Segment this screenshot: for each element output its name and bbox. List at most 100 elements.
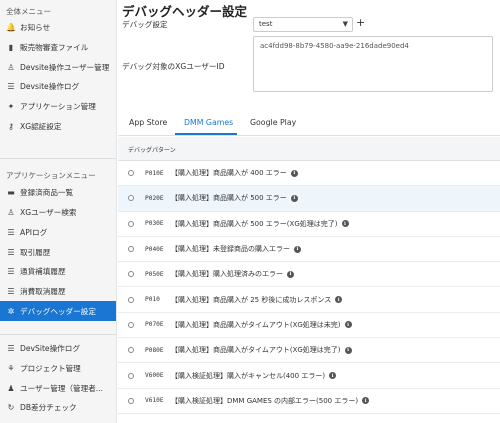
info-icon[interactable]: i <box>344 346 352 354</box>
info-icon[interactable]: i <box>329 372 337 380</box>
pattern-description-wrap: 【購入処理】商品購入がタイムアウト(XG処理は未完) i <box>171 320 352 330</box>
list-icon: ☰ <box>7 247 15 257</box>
pattern-code: P010E <box>145 169 164 177</box>
sidebar-item-global-5[interactable]: ⚷ XG認証設定 <box>0 116 116 136</box>
pattern-code: P080E <box>145 346 164 354</box>
table-row[interactable]: V610E 【購入検証処理】DMM GAMES の内部エラー(500 エラー) i <box>118 389 500 414</box>
sidebar: 全体メニュー 🔔 お知らせ ▮ 販売物審査ファイル ♙ Devsite操作ユーザー管理 ☰ D… <box>0 0 117 423</box>
table-row[interactable]: P070E 【購入処理】商品購入がタイムアウト(XG処理は未完) i <box>118 313 500 339</box>
list-icon: ☰ <box>7 82 15 92</box>
info-icon[interactable]: i <box>341 220 349 228</box>
sidebar-section-title-app: アプリケーションメニュー <box>6 171 96 181</box>
pattern-description-wrap: 【購入処理】購入処理済みのエラー i <box>171 269 294 279</box>
sidebar-item-app-2[interactable]: ☰ APIログ <box>0 223 116 243</box>
tab-app-store[interactable]: App Store <box>129 118 167 127</box>
pattern-radio[interactable] <box>128 321 134 328</box>
add-setting-button[interactable]: + <box>356 16 365 29</box>
list-icon: ☰ <box>7 286 15 296</box>
sidebar-item-label: APIログ <box>20 227 48 237</box>
sidebar-item-app-0[interactable]: ▬ 登録済商品一覧 <box>0 183 116 203</box>
info-icon[interactable]: i <box>344 321 352 329</box>
sidebar-item-label: DB差分チェック <box>20 403 77 413</box>
table-row[interactable]: P010 【購入処理】商品購入が 25 秒後に成功レスポンス i <box>118 287 500 313</box>
sidebar-item-global-4[interactable]: ✦ アプリケーション管理 <box>0 97 116 117</box>
sidebar-section-title-global: 全体メニュー <box>6 7 51 16</box>
pattern-radio[interactable] <box>128 397 134 404</box>
pattern-description: 【購入処理】商品購入が 25 秒後に成功レスポンス <box>171 295 332 304</box>
table-row[interactable]: P030E 【購入処理】商品購入が 500 エラー(XG処理は完了) i <box>118 212 500 237</box>
target-user-id-field[interactable]: ac4fdd98-8b79-4580-aa9e-216dade90ed4 <box>253 36 493 92</box>
sidebar-item-admin-1[interactable]: ⚘ プロジェクト管理 <box>0 359 116 379</box>
tab-google-play[interactable]: Google Play <box>250 118 296 127</box>
info-icon[interactable]: i <box>290 194 298 202</box>
bell-icon: 🔔 <box>6 23 16 33</box>
pattern-code: P030E <box>145 220 164 228</box>
sidebar-item-admin-0[interactable]: ☰ DevSite操作ログ <box>0 339 116 359</box>
table-row[interactable]: V600E 【購入検証処理】購入がキャンセル(400 エラー) i <box>118 363 500 389</box>
sidebar-item-label: 登録済商品一覧 <box>20 188 74 198</box>
table-row[interactable]: P080E 【購入処理】商品購入がタイムアウト(XG処理は完了) i <box>118 338 500 364</box>
table-header: デバッグパターン <box>118 137 500 161</box>
table-row[interactable]: P020E 【購入処理】商品購入が 500 エラー i <box>118 186 500 212</box>
pattern-description: 【購入検証処理】DMM GAMES の内部エラー(500 エラー) <box>171 396 359 405</box>
pattern-description-wrap: 【購入処理】商品購入がタイムアウト(XG処理は完了) i <box>171 345 352 355</box>
sidebar-item-global-3[interactable]: ☰ Devsite操作ログ <box>0 77 116 97</box>
pattern-description: 【購入処理】商品購入がタイムアウト(XG処理は未完) <box>171 320 341 329</box>
file-icon: ▮ <box>8 43 14 53</box>
debug-setting-label: デバッグ設定 <box>122 20 168 29</box>
sync-icon: ↻ <box>7 403 15 413</box>
pattern-radio[interactable] <box>128 170 134 177</box>
pattern-description: 【購入処理】購入処理済みのエラー <box>171 270 283 279</box>
pattern-description-wrap: 【購入検証処理】DMM GAMES の内部エラー(500 エラー) i <box>171 396 370 406</box>
box-icon: ▬ <box>7 188 15 198</box>
info-icon[interactable]: i <box>335 296 343 304</box>
debug-setting-value: test <box>259 20 273 28</box>
sidebar-item-global-1[interactable]: ▮ 販売物審査ファイル <box>0 38 116 58</box>
pattern-description-wrap: 【購入検証処理】購入がキャンセル(400 エラー) i <box>171 371 337 381</box>
debug-pattern-list: P010E 【購入処理】商品購入が 400 エラー i P020E 【購入処理】商品購入… <box>118 161 500 414</box>
pattern-code: P040E <box>145 245 164 253</box>
sidebar-item-label: Devsite操作ユーザー管理 <box>20 62 110 72</box>
column-header-pattern: デバッグパターン <box>128 147 176 154</box>
sidebar-divider <box>0 158 116 160</box>
sidebar-item-admin-2[interactable]: ♟ ユーザー管理（管理者... <box>0 378 116 398</box>
key-icon: ⚷ <box>8 121 14 131</box>
pattern-code: P020E <box>145 194 164 202</box>
info-icon[interactable]: i <box>362 397 370 405</box>
tab-dmm-games[interactable]: DMM Games <box>184 118 233 127</box>
sidebar-item-app-6[interactable]: ✲ デバッグヘッダー設定 <box>0 301 116 321</box>
table-row[interactable]: P010E 【購入処理】商品購入が 400 エラー i <box>118 161 500 187</box>
sidebar-item-admin-3[interactable]: ↻ DB差分チェック <box>0 398 116 418</box>
pattern-radio[interactable] <box>128 195 134 202</box>
pattern-radio[interactable] <box>128 372 134 379</box>
pattern-radio[interactable] <box>128 220 134 227</box>
table-row[interactable]: P050E 【購入処理】購入処理済みのエラー i <box>118 262 500 288</box>
sidebar-item-app-4[interactable]: ☰ 通貨補填履歴 <box>0 262 116 282</box>
pattern-description: 【購入処理】商品購入がタイムアウト(XG処理は完了) <box>171 346 341 355</box>
info-icon[interactable]: i <box>294 245 301 253</box>
sidebar-item-global-0[interactable]: 🔔 お知らせ <box>0 18 116 38</box>
target-user-label: デバッグ対象のXGユーザーID <box>122 62 225 71</box>
pattern-radio[interactable] <box>128 296 134 303</box>
table-row[interactable]: P040E 【購入処理】未登録商品の購入エラー i <box>118 237 500 263</box>
sidebar-item-app-3[interactable]: ☰ 取引履歴 <box>0 242 116 262</box>
pattern-code: V600E <box>145 372 164 380</box>
pattern-radio[interactable] <box>128 246 134 253</box>
sidebar-item-app-5[interactable]: ☰ 消費取消履歴 <box>0 282 116 302</box>
users-icon: ♟ <box>7 383 15 393</box>
info-icon[interactable]: i <box>290 169 298 177</box>
list-icon: ☰ <box>7 344 15 354</box>
sidebar-item-label: プロジェクト管理 <box>20 363 81 373</box>
sidebar-item-label: 消費取消履歴 <box>20 286 66 296</box>
sidebar-item-global-2[interactable]: ♙ Devsite操作ユーザー管理 <box>0 57 116 77</box>
sidebar-item-app-1[interactable]: ♙ XGユーザー検索 <box>0 203 116 223</box>
pattern-radio[interactable] <box>128 347 134 354</box>
person-icon: ♙ <box>7 208 15 218</box>
info-icon[interactable]: i <box>287 270 294 278</box>
pattern-description: 【購入処理】未登録商品の購入エラー <box>171 245 290 254</box>
debug-setting-select[interactable]: test ▼ <box>253 17 353 32</box>
pattern-description-wrap: 【購入処理】商品購入が 500 エラー(XG処理は完了) i <box>171 219 349 229</box>
sidebar-item-label: DevSite操作ログ <box>20 344 80 354</box>
pattern-radio[interactable] <box>128 271 134 278</box>
user-icon: ♙ <box>7 62 15 72</box>
